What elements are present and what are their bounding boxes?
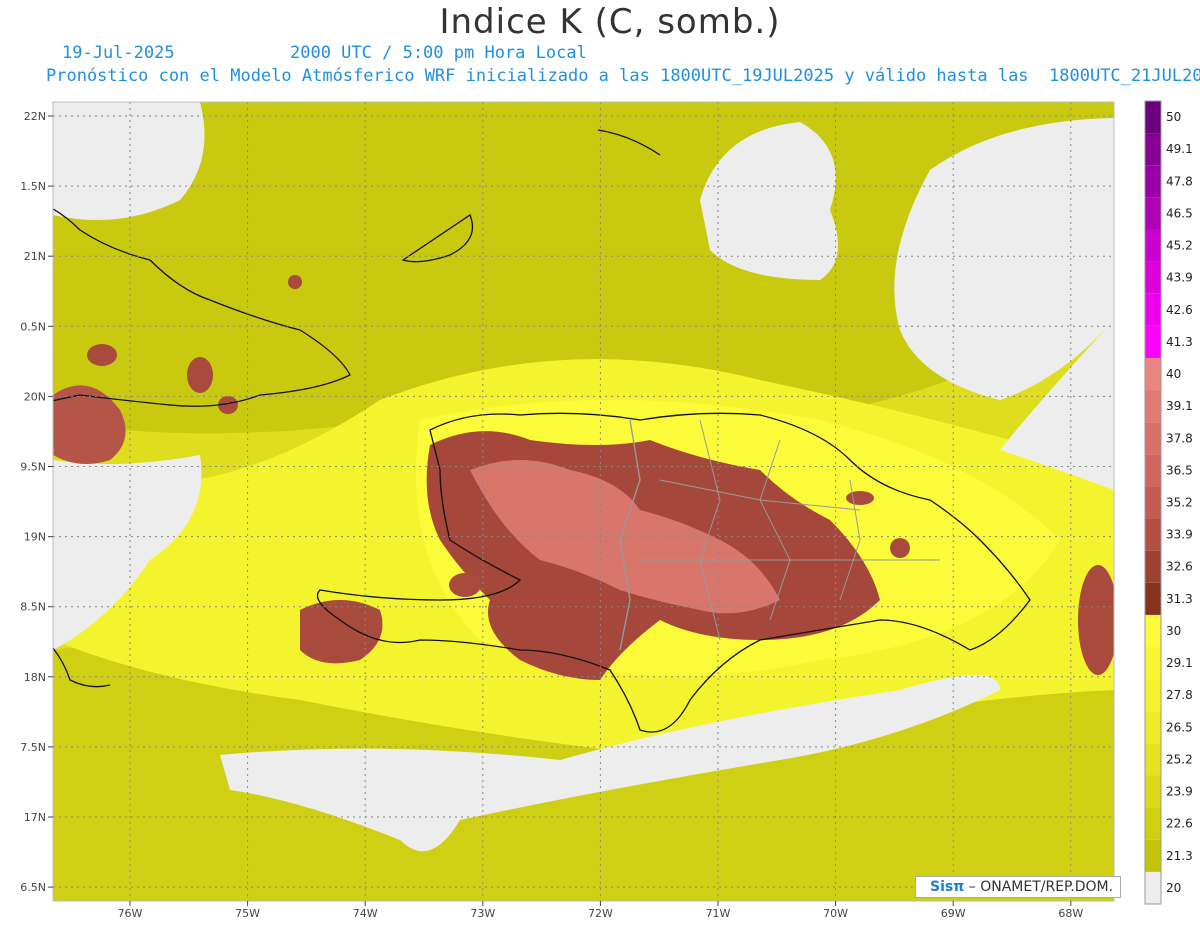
lon-label: 71W	[706, 907, 731, 920]
sispi-logo: Sisπ	[930, 879, 965, 895]
colorbar-label: 41.3	[1166, 335, 1193, 349]
lon-label: 69W	[941, 907, 966, 920]
colorbar-label: 43.9	[1166, 271, 1193, 285]
lat-label: 17N	[24, 811, 46, 824]
colorbar-swatch	[1145, 422, 1161, 455]
colorbar-swatch	[1145, 197, 1161, 230]
colorbar-swatch	[1145, 743, 1161, 776]
lat-label: 9.5N	[20, 461, 46, 474]
colorbar-label: 30	[1166, 624, 1181, 638]
colorbar-label: 35.2	[1166, 496, 1193, 510]
lat-label: 8.5N	[20, 601, 46, 614]
colorbar-swatch	[1145, 711, 1161, 744]
lat-label: 22N	[24, 110, 46, 123]
colorbar-swatch	[1145, 679, 1161, 712]
lon-label: 72W	[588, 907, 613, 920]
colorbar-label: 36.5	[1166, 463, 1193, 477]
colorbar-label: 23.9	[1166, 785, 1193, 799]
colorbar-label: 31.3	[1166, 592, 1193, 606]
credit-text: – ONAMET/REP.DOM.	[968, 879, 1114, 895]
colorbar-label: 27.8	[1166, 688, 1193, 702]
colorbar-swatch	[1145, 101, 1161, 134]
colorbar-label: 40	[1166, 367, 1181, 381]
colorbar-label: 33.9	[1166, 528, 1193, 542]
colorbar-label: 25.2	[1166, 752, 1193, 766]
lon-label: 74W	[353, 907, 378, 920]
lat-label: 21N	[24, 250, 46, 263]
colorbar-label: 49.1	[1166, 142, 1193, 156]
colorbar-label: 47.8	[1166, 174, 1193, 188]
map-field	[53, 102, 1114, 901]
lon-label: 76W	[118, 907, 143, 920]
colorbar-label: 29.1	[1166, 656, 1193, 670]
cell-1	[87, 344, 117, 366]
colorbar-swatch	[1145, 775, 1161, 808]
colorbar-swatch	[1145, 807, 1161, 840]
colorbar-swatch	[1145, 261, 1161, 294]
colorbar-label: 50	[1166, 110, 1181, 124]
cell-4	[288, 275, 302, 289]
colorbar-label: 22.6	[1166, 817, 1193, 831]
colorbar-swatch	[1145, 871, 1161, 904]
colorbar-swatch	[1145, 293, 1161, 326]
colorbar-swatch	[1145, 390, 1161, 423]
lat-label: 7.5N	[20, 741, 46, 754]
lat-label: 0.5N	[20, 320, 46, 333]
lat-label: 6.5N	[20, 881, 46, 894]
cell-east-edge	[1078, 565, 1114, 675]
colorbar-label: 21.3	[1166, 849, 1193, 863]
colorbar-swatch	[1145, 486, 1161, 519]
lon-label: 75W	[235, 907, 260, 920]
lon-label: 73W	[470, 907, 495, 920]
colorbar: 20 21.3 22.6 23.9 25.2 26.5 27.8 29.1 30 31.3 32.6…	[1144, 100, 1193, 905]
credit-box: Sisπ – ONAMET/REP.DOM.	[915, 876, 1121, 898]
longitude-axis: 76W 75W 74W 73W 72W 71W 70W 69W 68W	[118, 901, 1083, 920]
lat-label: 19N	[24, 531, 46, 544]
colorbar-label: 45.2	[1166, 239, 1193, 253]
colorbar-label: 39.1	[1166, 399, 1193, 413]
lon-label: 70W	[823, 907, 848, 920]
lon-label: 68W	[1058, 907, 1083, 920]
colorbar-label: 26.5	[1166, 720, 1193, 734]
colorbar-label: 42.6	[1166, 303, 1193, 317]
lat-label: 1.5N	[20, 180, 46, 193]
lat-label: 18N	[24, 671, 46, 684]
colorbar-label: 20	[1166, 881, 1181, 895]
colorbar-swatch	[1145, 229, 1161, 262]
colorbar-swatch	[1145, 325, 1161, 358]
colorbar-label: 32.6	[1166, 560, 1193, 574]
lat-label: 20N	[24, 390, 46, 403]
latitude-axis: 22N 1.5N 21N 0.5N 20N 9.5N 19N 8.5N 18N 7.5N 17N 6.…	[20, 110, 53, 894]
colorbar-swatch	[1145, 357, 1161, 391]
cell-5	[890, 538, 910, 558]
colorbar-label: 37.8	[1166, 431, 1193, 445]
colorbar-swatch	[1145, 454, 1161, 487]
cell-6	[846, 491, 874, 505]
colorbar-swatch	[1145, 582, 1161, 615]
colorbar-swatch	[1145, 647, 1161, 680]
colorbar-swatch	[1145, 550, 1161, 583]
k-index-map: 22N 1.5N 21N 0.5N 20N 9.5N 19N 8.5N 18N 7.5N 17N 6.…	[20, 100, 1193, 920]
colorbar-swatch	[1145, 165, 1161, 198]
colorbar-swatch	[1145, 518, 1161, 551]
colorbar-swatch	[1145, 133, 1161, 166]
colorbar-swatch	[1145, 839, 1161, 872]
colorbar-swatch	[1145, 614, 1161, 648]
cell-2	[187, 357, 213, 393]
cell-7	[449, 573, 481, 597]
colorbar-label: 46.5	[1166, 206, 1193, 220]
